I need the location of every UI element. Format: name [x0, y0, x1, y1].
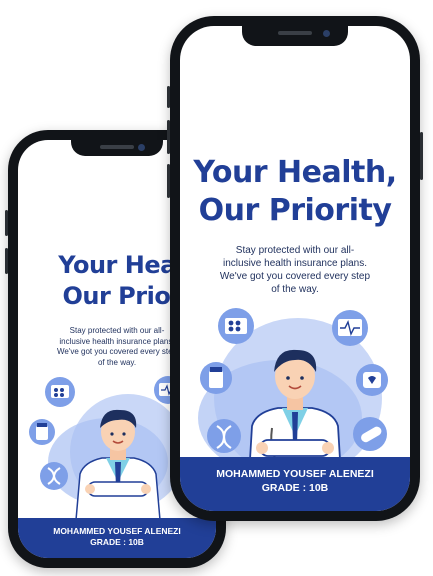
student-grade: GRADE : 10B: [90, 537, 144, 547]
subtitle-line-2: inclusive health insurance plans.: [223, 258, 367, 269]
volume-button: [5, 210, 8, 236]
capsule-icon: [353, 417, 387, 451]
volume-button: [5, 248, 8, 274]
subtitle-line-1: Stay protected with our all-: [235, 245, 355, 256]
dna-icon: [40, 462, 68, 490]
medicine-bottle-icon: [200, 362, 232, 394]
poster-title: Your Health, Our Priority: [180, 154, 410, 230]
student-name: MOHAMMED YOUSEF ALENEZI: [53, 526, 181, 536]
phone-notch: [242, 26, 348, 46]
subtitle-line-4: of the way.: [271, 284, 319, 295]
poster-footer: MOHAMMED YOUSEF ALENEZI GRADE : 10B: [180, 457, 410, 511]
title-line-2: Our Priority: [198, 193, 392, 228]
poster-subtitle: Stay protected with our all- inclusive h…: [210, 244, 380, 296]
front-phone-screen: Your Health, Our Priority Stay protected…: [180, 26, 410, 511]
mute-switch: [167, 86, 170, 108]
pill-blister-icon: [218, 308, 254, 344]
poster-footer: MOHAMMED YOUSEF ALENEZI GRADE : 10B: [18, 518, 216, 558]
title-line-1: Your Health,: [193, 155, 397, 190]
dna-icon: [207, 419, 241, 453]
volume-button: [167, 120, 170, 154]
volume-button: [167, 164, 170, 198]
phone-notch: [71, 140, 163, 156]
heartbeat-icon: [356, 364, 388, 396]
student-name: MOHAMMED YOUSEF ALENEZI: [216, 468, 374, 480]
subtitle-line-3: We've got you covered every step: [219, 271, 371, 282]
pill-blister-icon: [45, 377, 75, 407]
medicine-bottle-icon: [29, 419, 55, 445]
student-grade: GRADE : 10B: [261, 482, 329, 494]
power-button: [420, 132, 423, 180]
ecg-monitor-icon: [332, 310, 368, 346]
front-phone-mockup: Your Health, Our Priority Stay protected…: [167, 16, 423, 521]
